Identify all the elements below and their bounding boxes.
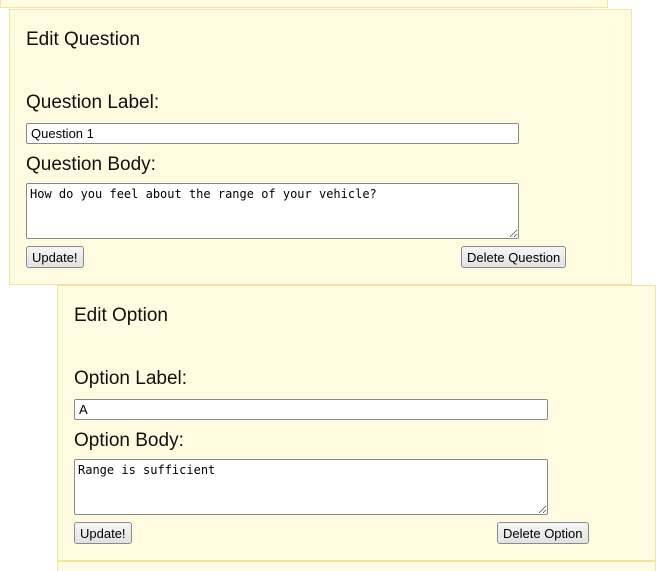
update-question-button[interactable]: Update! (26, 246, 84, 268)
edit-option-title: Edit Option (74, 305, 168, 326)
edit-question-title: Edit Question (26, 29, 141, 50)
option-label-caption: Option Label: (74, 368, 188, 389)
option-label-input[interactable] (74, 399, 548, 420)
question-body-caption: Question Body: (26, 154, 156, 175)
update-option-button[interactable]: Update! (74, 522, 132, 544)
question-label-input[interactable] (26, 123, 519, 144)
previous-panel-edge (0, 0, 608, 8)
option-body-caption: Option Body: (74, 430, 184, 451)
delete-question-button[interactable]: Delete Question (461, 246, 567, 268)
question-body-textarea[interactable]: How do you feel about the range of your … (26, 183, 519, 239)
page: Edit Question Question Label: Question B… (0, 0, 670, 571)
next-panel-edge (57, 561, 656, 571)
delete-option-button[interactable]: Delete Option (497, 522, 589, 544)
option-body-textarea[interactable]: Range is sufficient (74, 459, 548, 515)
edit-question-panel: Edit Question Question Label: Question B… (9, 9, 632, 285)
edit-option-panel: Edit Option Option Label: Option Body: R… (57, 285, 656, 561)
question-label-caption: Question Label: (26, 92, 160, 113)
